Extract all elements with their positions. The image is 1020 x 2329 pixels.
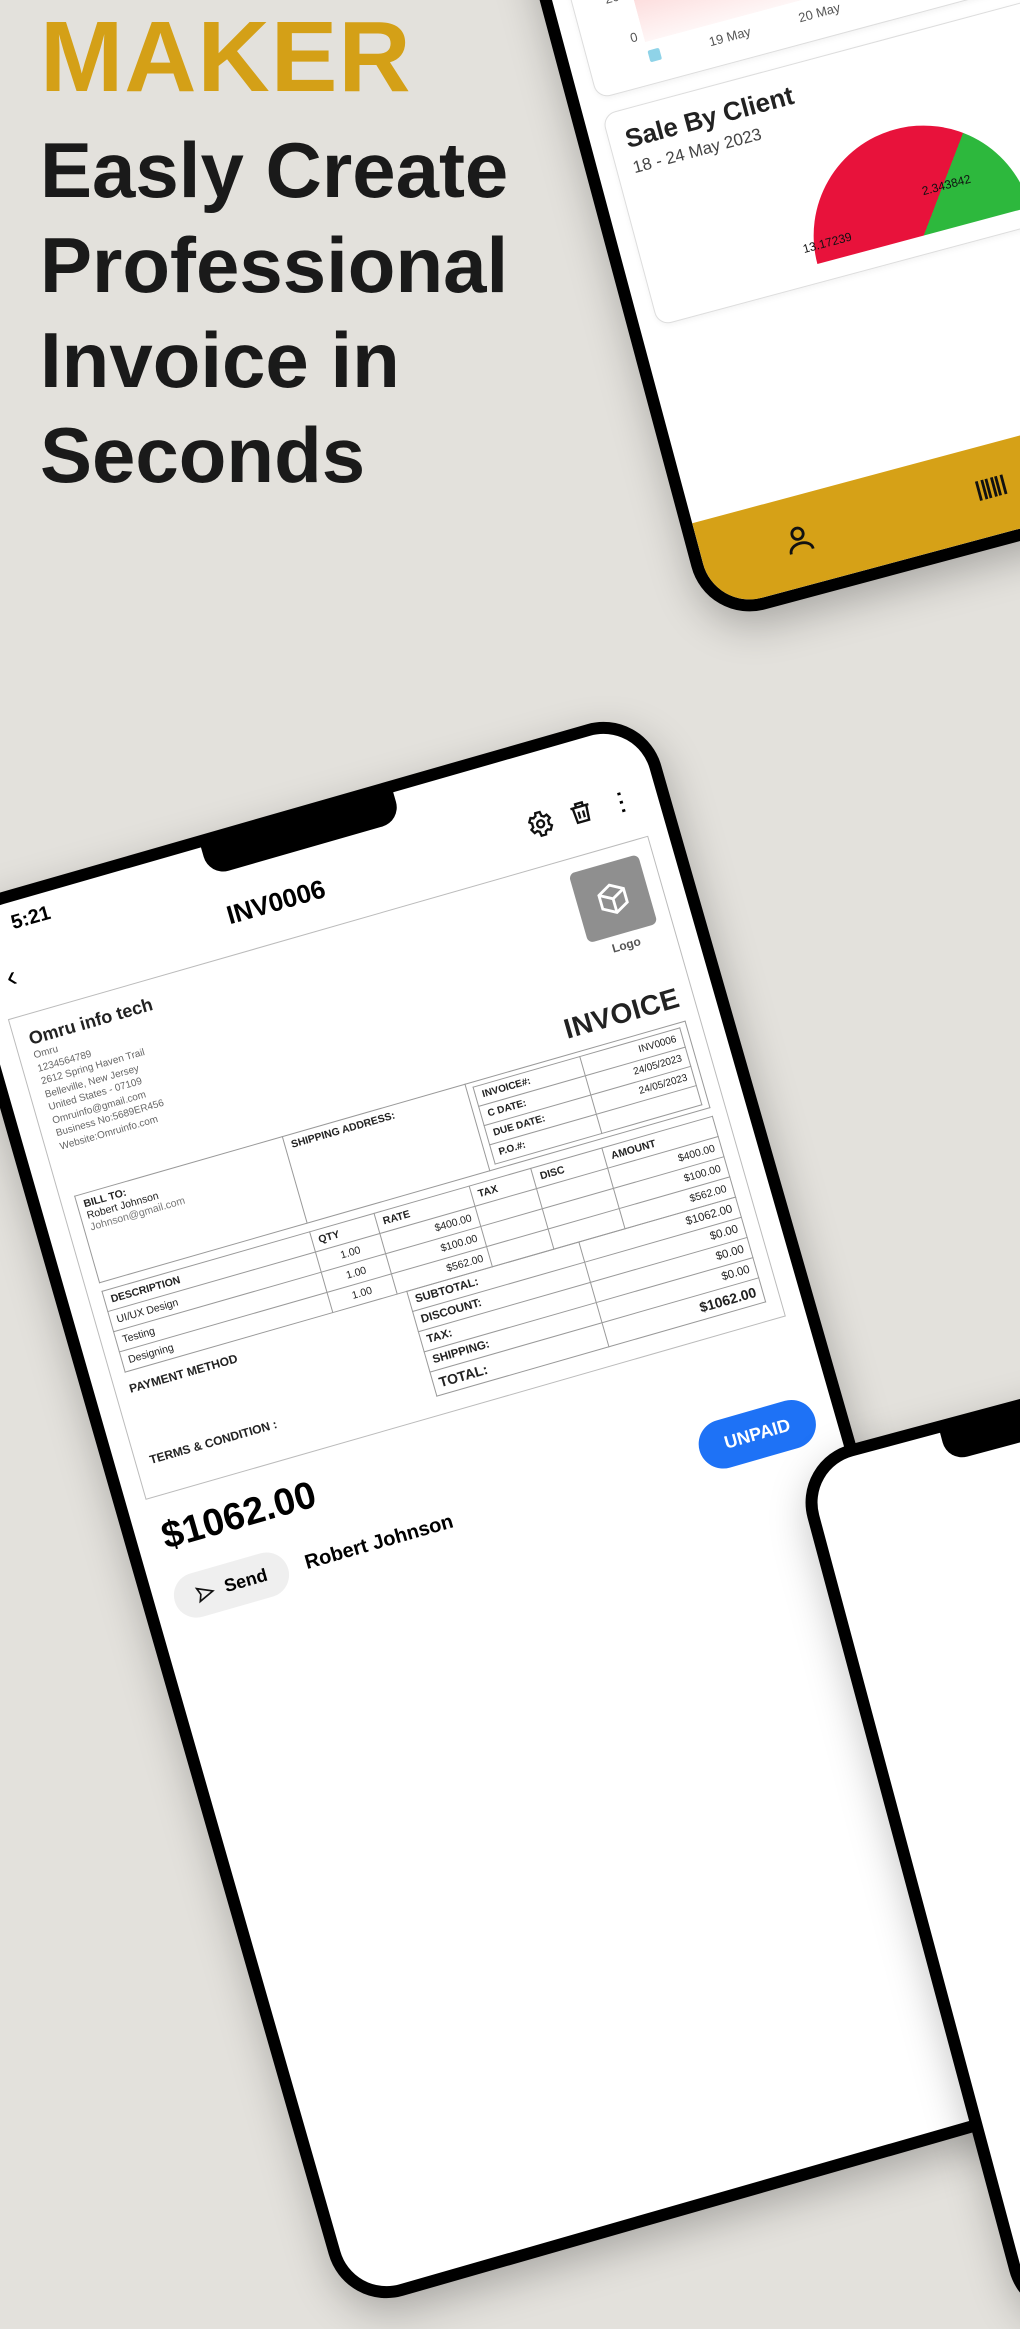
tab-bar	[692, 369, 1020, 610]
more-icon[interactable]: ⋯	[603, 785, 641, 820]
settings-icon[interactable]	[523, 806, 559, 845]
profile-icon[interactable]	[778, 518, 821, 564]
send-icon	[193, 1580, 218, 1605]
brand-word: MAKER	[40, 0, 560, 115]
back-icon[interactable]: ‹	[0, 954, 30, 1002]
barcode-icon[interactable]	[970, 466, 1013, 512]
hero-subtitle: Easly Create Professional Invoice in Sec…	[40, 123, 560, 504]
trash-icon[interactable]	[564, 794, 600, 833]
marketing-hero: MAKER Easly Create Professional Invoice …	[40, 0, 560, 504]
y-axis: 1000 800 600 400 200 0	[541, 0, 639, 53]
